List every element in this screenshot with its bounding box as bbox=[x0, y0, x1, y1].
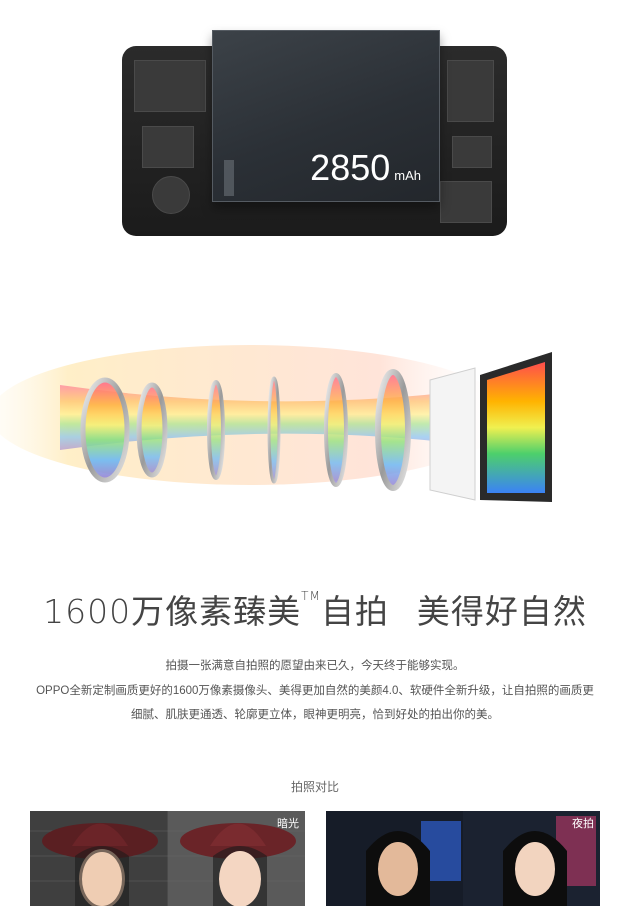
headline-part1: 1600万像素臻美 bbox=[43, 592, 302, 631]
low-light-tag: 暗光 bbox=[277, 818, 299, 830]
battery-label-strip bbox=[224, 160, 234, 196]
headline-part3: 美得好自然 bbox=[416, 592, 587, 631]
camera-paragraph-line-3: 细腻、肌肤更通透、轮廓更立体，眼神更明亮，恰到好处的拍出你的美。 bbox=[131, 709, 499, 721]
low-light-comparison-photo: 暗光 bbox=[30, 811, 305, 906]
comparison-title: 拍照对比 bbox=[290, 780, 339, 794]
camera-paragraph-line-2: OPPO全新定制画质更好的1600万像素摄像头、美得更加自然的美颜4.0、软硬件… bbox=[36, 685, 594, 697]
night-photo-image bbox=[326, 811, 600, 906]
battery-capacity: 2850 mAh bbox=[310, 147, 421, 189]
camera-paragraph-line-1: 拍摄一张满意自拍照的愿望由来已久，今天终于能够实现。 bbox=[165, 660, 465, 672]
headline-part2: 自拍 bbox=[320, 592, 389, 631]
night-comparison-photo: 夜拍 bbox=[326, 811, 600, 906]
camera-lens-illustration bbox=[0, 345, 552, 502]
battery-capacity-number: 2850 bbox=[310, 147, 391, 188]
trademark-mark: TM bbox=[301, 589, 321, 603]
battery-pack: 2850 mAh bbox=[212, 30, 440, 202]
night-tag: 夜拍 bbox=[572, 818, 594, 830]
battery-capacity-unit: mAh bbox=[394, 168, 421, 183]
camera-headline: 1600万像素臻美TM自拍 美得好自然 bbox=[0, 585, 630, 633]
low-light-photo-image bbox=[30, 811, 305, 906]
